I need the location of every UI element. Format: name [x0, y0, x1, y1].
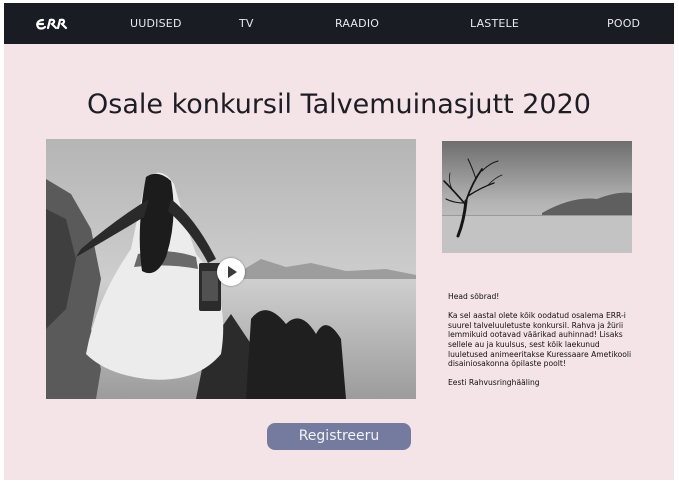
signature-text: Eesti Rahvusringhääling	[448, 378, 540, 388]
lone-tree-image	[442, 141, 632, 253]
err-logo[interactable]	[34, 16, 70, 32]
intro-text: Head sõbrad! Ka sel aastal olete kõik oo…	[448, 292, 634, 398]
page-frame: UUDISED TV RAADIO LASTELE POOD Osale kon…	[4, 3, 674, 480]
greeting-text: Head sõbrad!	[448, 292, 500, 301]
register-button[interactable]: Registreeru	[267, 423, 411, 450]
nav-item-lastele[interactable]: LASTELE	[470, 17, 519, 30]
nav-item-raadio[interactable]: RAADIO	[335, 17, 379, 30]
play-icon[interactable]	[217, 258, 245, 286]
page-title: Osale konkursil Talvemuinasjutt 2020	[87, 89, 591, 120]
lone-tree-photo	[442, 141, 632, 253]
video-player[interactable]	[46, 139, 416, 399]
nav-item-pood[interactable]: POOD	[607, 17, 640, 30]
body-text: Ka sel aastal olete kõik oodatud osalema…	[448, 311, 632, 369]
nav-item-uudised[interactable]: UUDISED	[130, 17, 182, 30]
top-navbar: UUDISED TV RAADIO LASTELE POOD	[4, 3, 674, 44]
nav-item-tv[interactable]: TV	[239, 17, 254, 30]
